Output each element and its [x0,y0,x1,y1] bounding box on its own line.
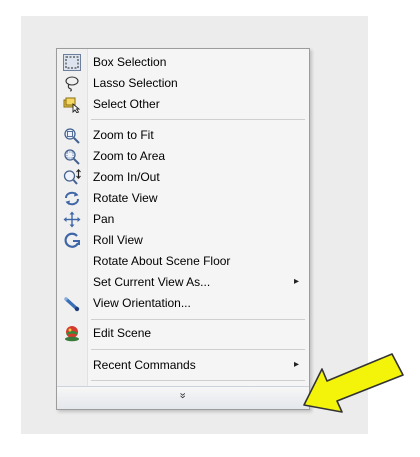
submenu-arrow-icon: ▸ [293,276,299,287]
box-selection-icon [63,54,81,71]
edit-scene-icon [63,325,81,342]
menu-item-pan[interactable]: Pan [57,209,309,230]
menu-item-roll-view[interactable]: Roll View [57,230,309,251]
zoom-in-out-icon [63,169,81,186]
view-orientation-icon [63,295,81,312]
context-menu: Box Selection Lasso Selection Select Oth… [56,48,310,410]
menu-item-view-orientation[interactable]: View Orientation... [57,293,309,314]
expand-chevron-icon: » [177,392,189,398]
expand-menu-button[interactable]: » [57,386,309,409]
menu-item-label: Lasso Selection [93,76,178,90]
menu-item-label: Select Other [93,97,160,111]
menu-item-label: Box Selection [93,55,167,69]
menu-item-label: Rotate View [93,191,158,205]
menu-separator [91,349,305,350]
menu-item-zoom-in-out[interactable]: Zoom In/Out [57,167,309,188]
menu-item-label: Recent Commands [93,358,196,372]
select-other-icon [63,96,81,114]
menu-item-edit-scene[interactable]: Edit Scene [57,323,309,344]
menu-item-lasso-selection[interactable]: Lasso Selection [57,73,309,94]
menu-item-zoom-to-fit[interactable]: Zoom to Fit [57,125,309,146]
menu-item-box-selection[interactable]: Box Selection [57,52,309,73]
menu-item-label: Pan [93,212,115,226]
zoom-to-fit-icon [63,127,81,144]
menu-separator [91,319,305,320]
rotate-view-icon [63,190,81,207]
menu-item-rotate-about-scene-floor[interactable]: Rotate About Scene Floor [57,251,309,272]
menu-item-label: Edit Scene [93,326,152,340]
pan-icon [63,211,81,228]
menu-item-rotate-view[interactable]: Rotate View [57,188,309,209]
menu-item-label: Zoom In/Out [93,170,160,184]
menu-item-label: Zoom to Fit [93,128,154,142]
roll-view-icon [63,232,81,249]
menu-item-label: Rotate About Scene Floor [93,254,231,268]
menu-item-select-other[interactable]: Select Other [57,94,309,115]
lasso-icon [63,75,81,92]
menu-item-label: View Orientation... [93,296,191,310]
menu-separator [91,380,305,381]
menu-item-label: Set Current View As... [93,275,211,289]
menu-item-label: Roll View [93,233,143,247]
zoom-to-area-icon [63,148,81,165]
submenu-arrow-icon: ▸ [293,359,299,370]
callout-arrow-icon [303,353,404,413]
menu-item-label: Zoom to Area [93,149,166,163]
menu-item-set-current-view-as[interactable]: Set Current View As... ▸ [57,272,309,293]
menu-item-zoom-to-area[interactable]: Zoom to Area [57,146,309,167]
menu-separator [91,119,305,120]
menu-item-recent-commands[interactable]: Recent Commands ▸ [57,355,309,376]
